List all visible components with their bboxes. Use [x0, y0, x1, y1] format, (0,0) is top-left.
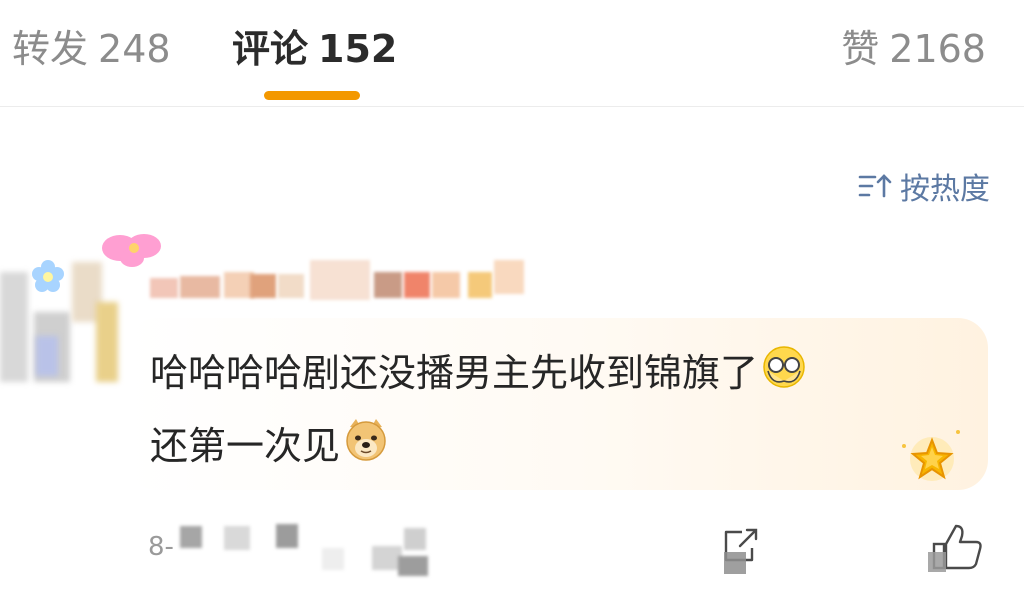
share-button[interactable]	[720, 526, 764, 580]
sort-icon	[858, 174, 892, 198]
tab-comments-count: 152	[318, 27, 398, 71]
share-icon	[724, 528, 758, 574]
tab-comments[interactable]: 评论 152	[232, 26, 397, 72]
comment-line-2: 还第一次见	[150, 423, 341, 468]
tab-likes-count: 2168	[889, 27, 986, 71]
tab-repost-count: 248	[98, 27, 171, 71]
thumbs-up-icon	[928, 524, 982, 572]
tab-repost-label: 转发	[12, 27, 89, 71]
comment-line-1: 哈哈哈哈剧还没播男主先收到锦旗了	[150, 351, 759, 395]
tab-likes-label: 赞	[841, 27, 880, 71]
comment-text: 哈哈哈哈剧还没播男主先收到锦旗了 还第一次见	[150, 338, 950, 483]
active-tab-indicator	[264, 91, 360, 100]
username[interactable]	[150, 252, 530, 304]
comment-date: 8-	[148, 532, 174, 562]
tab-bar: 转发 248 评论 152 赞 2168	[0, 0, 1024, 107]
doge-emoji-icon	[344, 413, 388, 483]
tab-comments-label: 评论	[232, 27, 309, 71]
tab-repost[interactable]: 转发 248	[12, 26, 171, 72]
like-button[interactable]	[928, 522, 986, 578]
tab-likes[interactable]: 赞 2168	[841, 26, 986, 72]
comment-meta-redacted	[172, 520, 472, 580]
glasses-emoji-icon	[762, 341, 806, 411]
sort-button[interactable]: 按热度	[858, 164, 990, 208]
flower-decoration-icon	[32, 260, 64, 292]
sort-label: 按热度	[900, 172, 990, 207]
